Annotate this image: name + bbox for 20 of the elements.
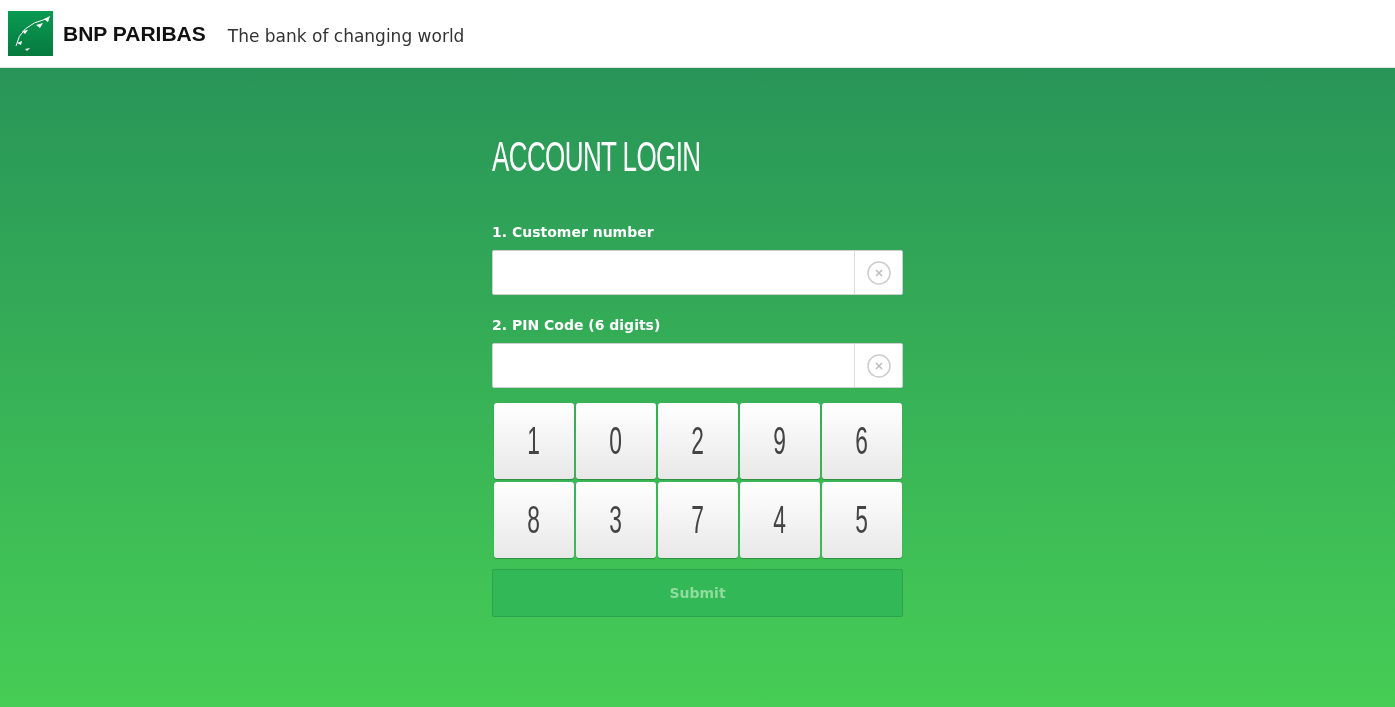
tagline: The bank of changing world [227,25,465,46]
keypad-key[interactable]: 6 [822,403,902,479]
input-field[interactable] [492,343,903,388]
logo-icon [8,11,53,56]
keypad-key[interactable]: 9 [740,403,820,479]
keypad-key[interactable]: 4 [740,482,820,558]
clear-icon[interactable] [866,353,891,378]
keypad-key[interactable]: 1 [494,403,574,479]
clear-icon[interactable] [866,260,891,285]
keypad-key[interactable]: 7 [658,482,738,558]
keypad-key[interactable]: 0 [576,403,656,479]
keypad-key[interactable]: 3 [576,482,656,558]
field-label: 2. PIN Code (6 digits) [492,317,662,333]
field-label: 1. Customer number [492,224,655,240]
keypad-key[interactable]: 8 [494,482,574,558]
brand-name: BNP PARIBAS [63,21,206,46]
page-title: ACCOUNT LOGIN [492,134,701,180]
input-field[interactable] [492,250,903,295]
keypad-key[interactable]: 5 [822,482,902,558]
keypad-key[interactable]: 2 [658,403,738,479]
